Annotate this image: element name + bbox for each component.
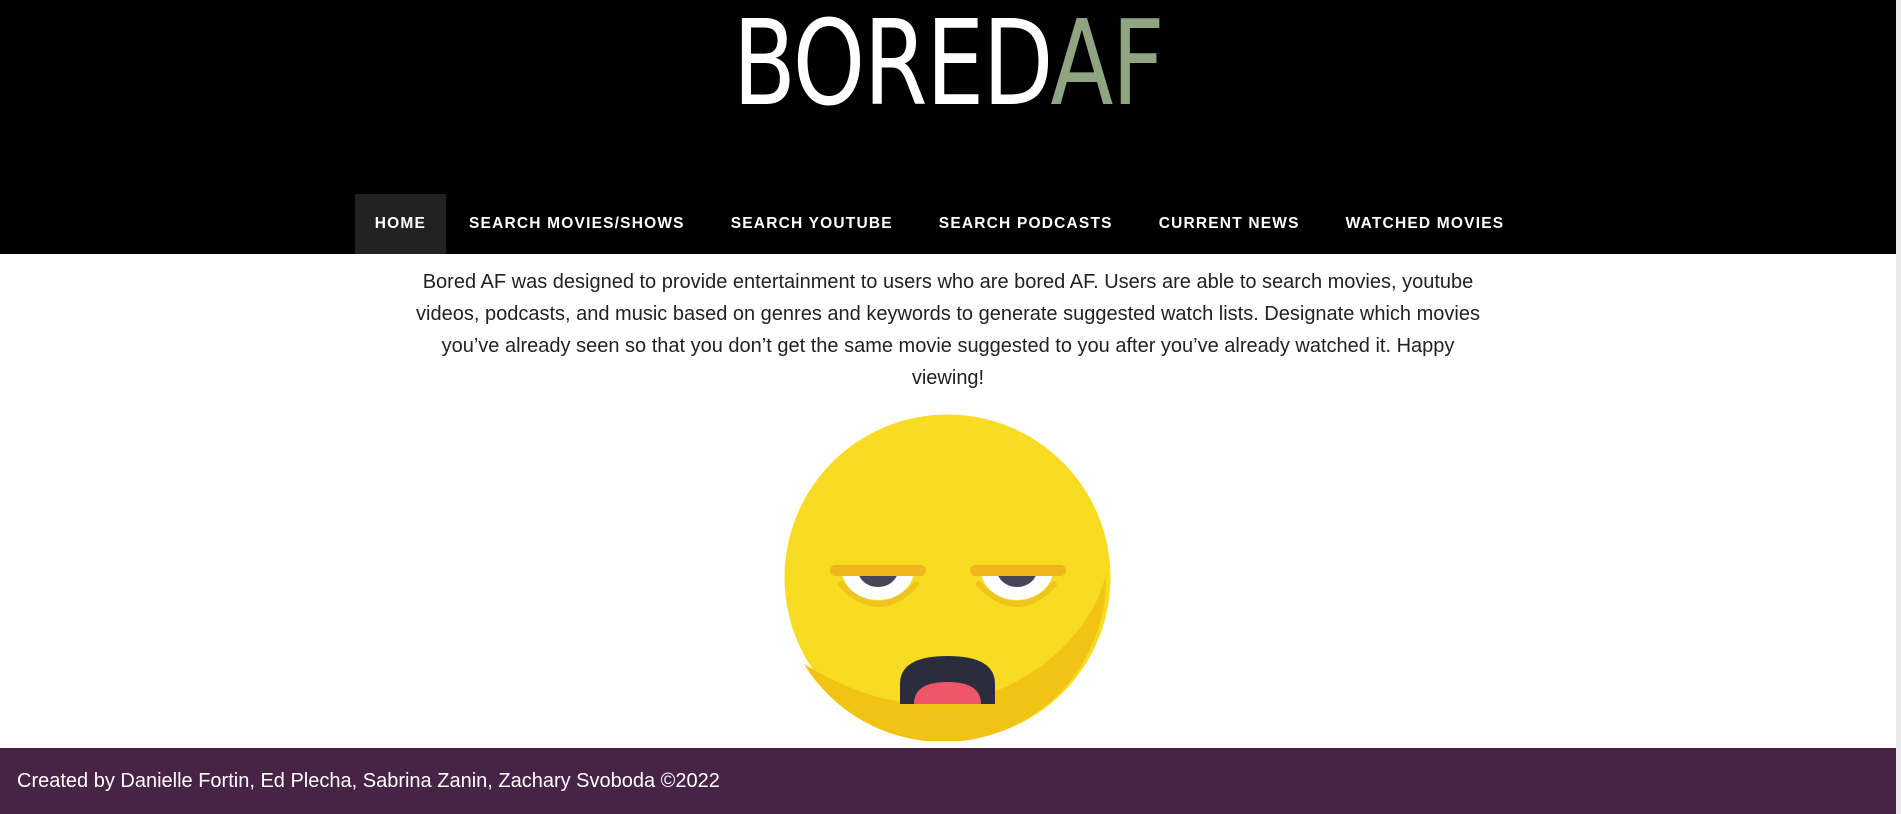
page: BOREDAF HOME SEARCH MOVIES/SHOWS SEARCH … bbox=[0, 0, 1901, 814]
footer-credits: Created by Danielle Fortin, Ed Plecha, S… bbox=[17, 770, 720, 792]
site-logo[interactable]: BOREDAF bbox=[209, 0, 1688, 122]
nav-item-search-movies-shows[interactable]: SEARCH MOVIES/SHOWS bbox=[446, 194, 708, 254]
nav-item-search-youtube[interactable]: SEARCH YOUTUBE bbox=[708, 194, 916, 254]
nav-list: HOME SEARCH MOVIES/SHOWS SEARCH YOUTUBE … bbox=[354, 194, 1528, 254]
logo-main-text: BORED bbox=[732, 0, 1052, 132]
main-nav: HOME SEARCH MOVIES/SHOWS SEARCH YOUTUBE … bbox=[0, 194, 1896, 254]
site-footer: Created by Danielle Fortin, Ed Plecha, S… bbox=[0, 748, 1896, 814]
nav-item-home[interactable]: HOME bbox=[354, 194, 447, 254]
nav-item-search-podcasts[interactable]: SEARCH PODCASTS bbox=[916, 194, 1136, 254]
scrollbar-track[interactable] bbox=[1896, 0, 1901, 814]
bored-face-emoji-icon bbox=[784, 414, 1111, 741]
intro-text: Bored AF was designed to provide enterta… bbox=[416, 271, 1480, 389]
nav-item-current-news[interactable]: CURRENT NEWS bbox=[1136, 194, 1323, 254]
logo-accent-text: AF bbox=[1050, 0, 1164, 132]
site-header: BOREDAF HOME SEARCH MOVIES/SHOWS SEARCH … bbox=[0, 0, 1896, 254]
nav-item-watched-movies[interactable]: WATCHED MOVIES bbox=[1323, 194, 1528, 254]
